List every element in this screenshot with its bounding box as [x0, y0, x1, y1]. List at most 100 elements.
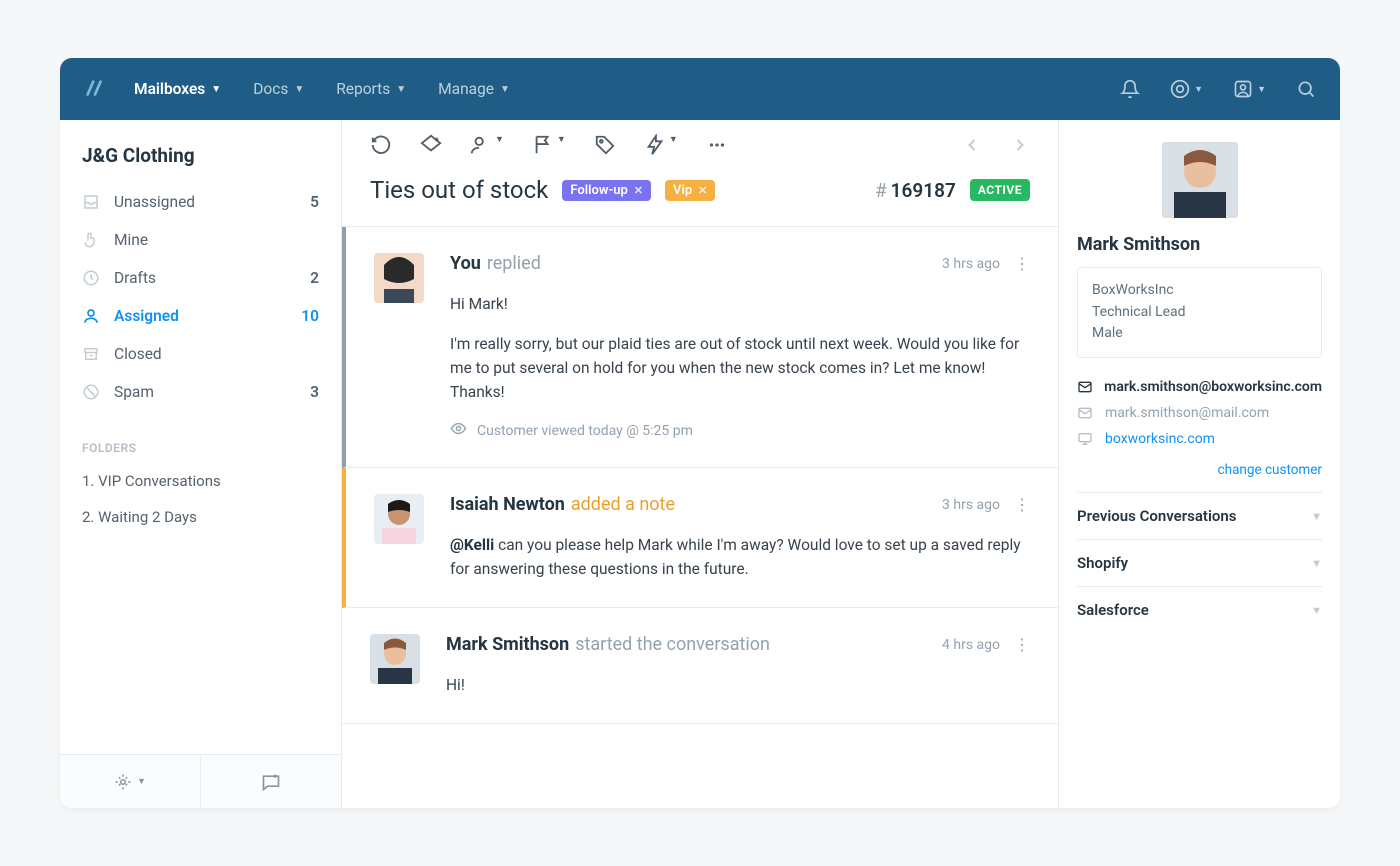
message-text: Hi Mark! I'm really sorry, but our plaid… [450, 292, 1030, 404]
sidebar-item-unassigned[interactable]: Unassigned 5 [60, 183, 341, 221]
section-previous-conversations[interactable]: Previous Conversations ▼ [1077, 492, 1322, 539]
chevron-down-icon: ▼ [294, 84, 304, 95]
email-secondary-value: mark.smithson@mail.com [1105, 405, 1269, 421]
email-primary[interactable]: mark.smithson@boxworksinc.com [1077, 374, 1322, 400]
nav-reports[interactable]: Reports ▼ [336, 80, 406, 98]
chevron-down-icon: ▼ [396, 84, 406, 95]
conversation-id: #169187 [875, 179, 956, 202]
message-author: Mark Smithson [446, 634, 569, 655]
logo-icon [84, 78, 106, 100]
nav-docs-label: Docs [253, 80, 288, 98]
monitor-icon [1077, 431, 1095, 447]
message-action: started the conversation [575, 634, 770, 655]
next-icon[interactable] [1010, 135, 1030, 155]
customer-gender: Male [1092, 323, 1307, 345]
section-shopify[interactable]: Shopify ▼ [1077, 539, 1322, 586]
chevron-down-icon: ▼ [211, 84, 221, 95]
sidebar-item-assigned[interactable]: Assigned 10 [60, 297, 341, 335]
message-menu-icon[interactable]: ⋮ [1014, 254, 1030, 273]
account-icon[interactable]: ▼ [1233, 79, 1266, 99]
sidebar: J&G Clothing Unassigned 5 Mine Drafts 2 [60, 120, 342, 808]
sidebar-count: 2 [310, 269, 319, 287]
message-start: Mark Smithson started the conversation 4… [342, 608, 1058, 724]
website-value: boxworksinc.com [1105, 431, 1215, 447]
hand-icon [82, 231, 100, 249]
email-primary-value: mark.smithson@boxworksinc.com [1104, 379, 1322, 395]
more-icon[interactable] [706, 134, 728, 156]
folder-item[interactable]: 2. Waiting 2 Days [60, 499, 341, 535]
tag-vip[interactable]: Vip ✕ [665, 180, 715, 201]
conversation-pane: ▼ ▼ ▼ Ties out of stock Follow-up✕ Vip✕ … [342, 120, 1058, 808]
notifications-icon[interactable] [1120, 79, 1140, 99]
sidebar-label: Drafts [114, 269, 296, 287]
thread: You replied 3 hrs ago ⋮ Hi Mark! I'm rea… [342, 227, 1058, 808]
sidebar-label: Spam [114, 383, 296, 401]
sidebar-label: Closed [114, 345, 305, 363]
mail-icon [1077, 379, 1094, 395]
message-reply: You replied 3 hrs ago ⋮ Hi Mark! I'm rea… [342, 227, 1058, 468]
message-action: added a note [571, 494, 675, 515]
mention[interactable]: @Kelli [450, 536, 494, 554]
message-menu-icon[interactable]: ⋮ [1014, 495, 1030, 514]
message-text: Hi! [446, 673, 1030, 697]
new-conversation-button[interactable] [201, 755, 341, 808]
tag-icon[interactable] [594, 134, 616, 156]
message-time: 3 hrs ago [942, 497, 1000, 513]
nav-manage[interactable]: Manage ▼ [438, 80, 510, 98]
message-body: I'm really sorry, but our plaid ties are… [450, 332, 1030, 404]
user-icon [82, 307, 100, 325]
message-time: 4 hrs ago [942, 637, 1000, 653]
eye-icon [450, 420, 467, 441]
workflow-icon[interactable]: ▼ [644, 134, 678, 156]
assign-icon[interactable]: ▼ [470, 134, 504, 156]
folder-item[interactable]: 1. VIP Conversations [60, 463, 341, 499]
mail-icon [1077, 405, 1095, 421]
sidebar-label: Mine [114, 231, 305, 249]
close-icon[interactable]: ✕ [698, 184, 707, 197]
toolbar: ▼ ▼ ▼ [342, 120, 1058, 166]
add-tag-icon[interactable] [420, 134, 442, 156]
sidebar-count: 5 [310, 193, 319, 211]
customer-avatar [1162, 142, 1238, 218]
customer-role: Technical Lead [1092, 302, 1307, 324]
top-right: ▼ ▼ [1120, 79, 1316, 99]
message-text: @Kelli can you please help Mark while I'… [450, 533, 1030, 581]
tag-label: Vip [673, 183, 692, 198]
tag-label: Follow-up [570, 183, 627, 198]
message-author: You [450, 253, 481, 274]
status-badge: ACTIVE [970, 179, 1030, 201]
sidebar-footer: ▼ [60, 754, 341, 808]
tag-followup[interactable]: Follow-up ✕ [562, 180, 651, 201]
message-action: replied [487, 253, 541, 274]
message-note: Isaiah Newton added a note 3 hrs ago ⋮ @… [342, 468, 1058, 608]
viewed-text: Customer viewed today @ 5:25 pm [477, 423, 693, 439]
conversation-subject: Ties out of stock [370, 176, 548, 204]
prev-icon[interactable] [962, 135, 982, 155]
sidebar-item-drafts[interactable]: Drafts 2 [60, 259, 341, 297]
search-icon[interactable] [1296, 79, 1316, 99]
sidebar-item-spam[interactable]: Spam 3 [60, 373, 341, 411]
undo-icon[interactable] [370, 134, 392, 156]
section-label: Salesforce [1077, 601, 1149, 619]
archive-icon [82, 345, 100, 363]
nav-reports-label: Reports [336, 80, 390, 98]
sidebar-item-mine[interactable]: Mine [60, 221, 341, 259]
nav-docs[interactable]: Docs ▼ [253, 80, 304, 98]
draft-icon [82, 269, 100, 287]
email-secondary[interactable]: mark.smithson@mail.com [1077, 400, 1322, 426]
section-salesforce[interactable]: Salesforce ▼ [1077, 586, 1322, 633]
avatar [374, 253, 424, 303]
sidebar-item-closed[interactable]: Closed [60, 335, 341, 373]
customer-name: Mark Smithson [1077, 234, 1322, 255]
help-icon[interactable]: ▼ [1170, 79, 1203, 99]
settings-button[interactable]: ▼ [60, 755, 201, 808]
flag-icon[interactable]: ▼ [532, 134, 566, 156]
viewed-indicator: Customer viewed today @ 5:25 pm [450, 420, 1030, 441]
nav-mailboxes[interactable]: Mailboxes ▼ [134, 80, 221, 98]
customer-card: BoxWorksInc Technical Lead Male [1077, 267, 1322, 358]
close-icon[interactable]: ✕ [634, 184, 643, 197]
customer-panel: Mark Smithson BoxWorksInc Technical Lead… [1058, 120, 1340, 808]
website[interactable]: boxworksinc.com [1077, 426, 1322, 452]
message-menu-icon[interactable]: ⋮ [1014, 635, 1030, 654]
change-customer-link[interactable]: change customer [1077, 452, 1322, 492]
